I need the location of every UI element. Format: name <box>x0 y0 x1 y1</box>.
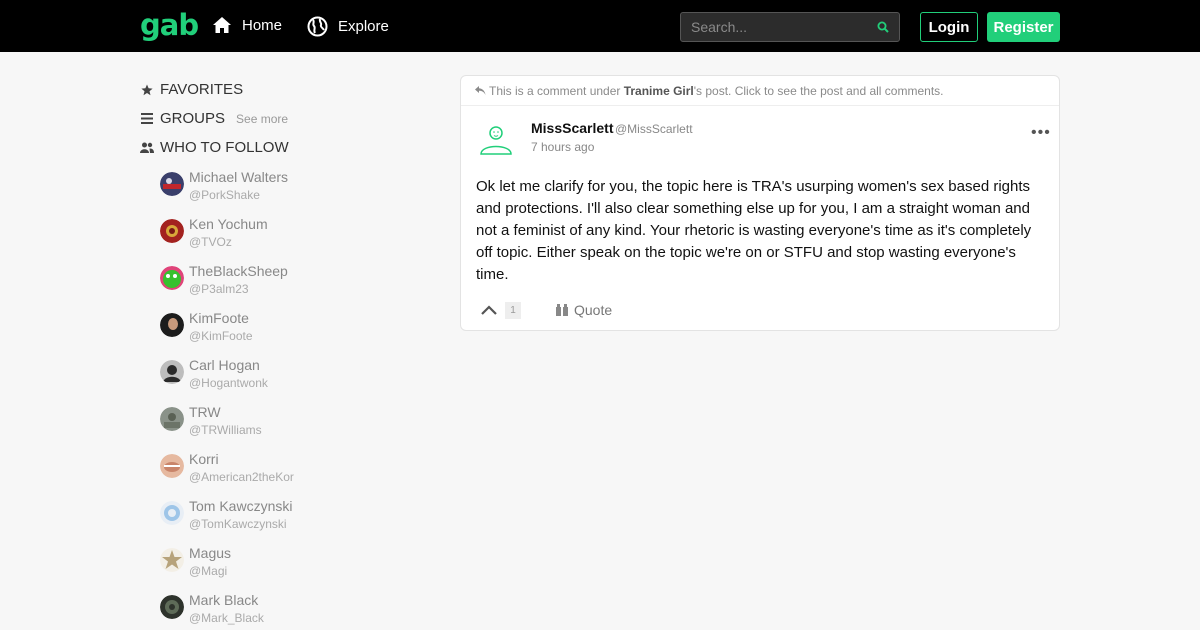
groups-label: GROUPS <box>160 110 226 127</box>
follow-name: Korri <box>189 451 219 467</box>
follow-item[interactable]: Tom Kawczynski @TomKawczynski <box>160 497 360 544</box>
notice-suffix: 's post. Click to see the post and all c… <box>693 84 944 98</box>
follow-item[interactable]: Mark Black @Mark_Black <box>160 591 360 630</box>
avatar <box>160 219 184 243</box>
groups-see-more-link[interactable]: See more <box>236 112 288 126</box>
quote-icon <box>556 304 568 316</box>
follow-item[interactable]: Ken Yochum @TVOz <box>160 215 360 262</box>
who-to-follow-label: WHO TO FOLLOW <box>160 139 289 156</box>
comment-notice-link[interactable]: This is a comment under Tranime Girl's p… <box>461 76 1059 106</box>
sidebar-favorites[interactable]: FAVORITES <box>140 81 243 98</box>
sidebar-who-to-follow: WHO TO FOLLOW <box>140 139 289 156</box>
avatar <box>160 501 184 525</box>
search-input[interactable] <box>691 13 871 41</box>
avatar <box>160 360 184 384</box>
follow-handle: @P3alm23 <box>189 282 249 296</box>
follow-handle: @KimFoote <box>189 329 253 343</box>
follow-handle: @TomKawczynski <box>189 517 287 531</box>
avatar <box>160 266 184 290</box>
list-icon <box>140 113 154 124</box>
nav-explore-label: Explore <box>338 18 389 35</box>
follow-name: TRW <box>189 404 221 420</box>
avatar <box>160 313 184 337</box>
more-options-icon[interactable]: ••• <box>1031 124 1051 142</box>
sidebar-groups[interactable]: GROUPS See more <box>140 110 288 127</box>
follow-handle: @TRWilliams <box>189 423 262 437</box>
notice-author: Tranime Girl <box>623 84 694 98</box>
post-author-avatar[interactable] <box>477 120 515 158</box>
post-timestamp[interactable]: 7 hours ago <box>531 140 594 154</box>
home-icon <box>213 17 231 33</box>
nav-explore[interactable]: Explore <box>307 16 389 37</box>
post-card: This is a comment under Tranime Girl's p… <box>460 75 1060 331</box>
follow-handle: @Mark_Black <box>189 611 264 625</box>
top-navbar: gab Home Explore Login Register <box>0 0 1200 52</box>
search-icon[interactable] <box>877 21 889 33</box>
follow-handle: @TVOz <box>189 235 232 249</box>
gab-logo[interactable]: gab <box>140 8 199 42</box>
follow-name: KimFoote <box>189 310 249 326</box>
post-author-handle: @MissScarlett <box>615 122 693 136</box>
users-icon <box>140 142 154 153</box>
follow-name: TheBlackSheep <box>189 263 288 279</box>
post-author-name[interactable]: MissScarlett <box>531 120 613 136</box>
avatar <box>160 407 184 431</box>
avatar <box>160 548 184 572</box>
reply-icon <box>475 86 486 95</box>
follow-name: Carl Hogan <box>189 357 260 373</box>
follow-name: Magus <box>189 545 232 561</box>
follow-handle: @PorkShake <box>189 188 260 202</box>
notice-prefix: This is a comment under <box>489 84 624 98</box>
follow-item[interactable]: Carl Hogan @Hogantwonk <box>160 356 360 403</box>
avatar <box>160 595 184 619</box>
follow-name: Ken Yochum <box>189 216 268 232</box>
register-button[interactable]: Register <box>987 12 1060 42</box>
follow-item[interactable]: KimFoote @KimFoote <box>160 309 360 356</box>
nav-home-label: Home <box>242 16 283 34</box>
follow-name: Michael Walters <box>189 169 289 185</box>
chevron-up-icon <box>481 305 497 315</box>
nav-home[interactable]: Home <box>212 16 282 34</box>
search-box <box>680 12 900 42</box>
quote-button[interactable]: Quote <box>556 302 612 318</box>
star-icon <box>140 84 154 96</box>
avatar <box>160 454 184 478</box>
globe-icon <box>307 16 328 37</box>
follow-item[interactable]: Michael Walters @PorkShake <box>160 168 360 215</box>
follow-handle: @American2theKor <box>189 470 294 484</box>
favorites-label: FAVORITES <box>160 81 244 98</box>
default-avatar-icon <box>480 126 512 155</box>
follow-handle: @Hogantwonk <box>189 376 268 390</box>
avatar <box>160 172 184 196</box>
follow-item[interactable]: TRW @TRWilliams <box>160 403 360 450</box>
follow-handle: @Magi <box>189 564 228 578</box>
post-body: Ok let me clarify for you, the topic her… <box>476 178 1032 283</box>
upvote-button[interactable] <box>481 302 497 320</box>
follow-item[interactable]: Magus @Magi <box>160 544 360 591</box>
who-to-follow-list: Michael Walters @PorkShake Ken Yochum @T… <box>160 168 360 630</box>
upvote-count: 1 <box>505 302 521 319</box>
follow-item[interactable]: Korri @American2theKor <box>160 450 360 497</box>
quote-label: Quote <box>574 302 613 318</box>
follow-name: Tom Kawczynski <box>189 498 293 514</box>
login-button[interactable]: Login <box>920 12 978 42</box>
follow-name: Mark Black <box>189 592 259 608</box>
follow-item[interactable]: TheBlackSheep @P3alm23 <box>160 262 360 309</box>
